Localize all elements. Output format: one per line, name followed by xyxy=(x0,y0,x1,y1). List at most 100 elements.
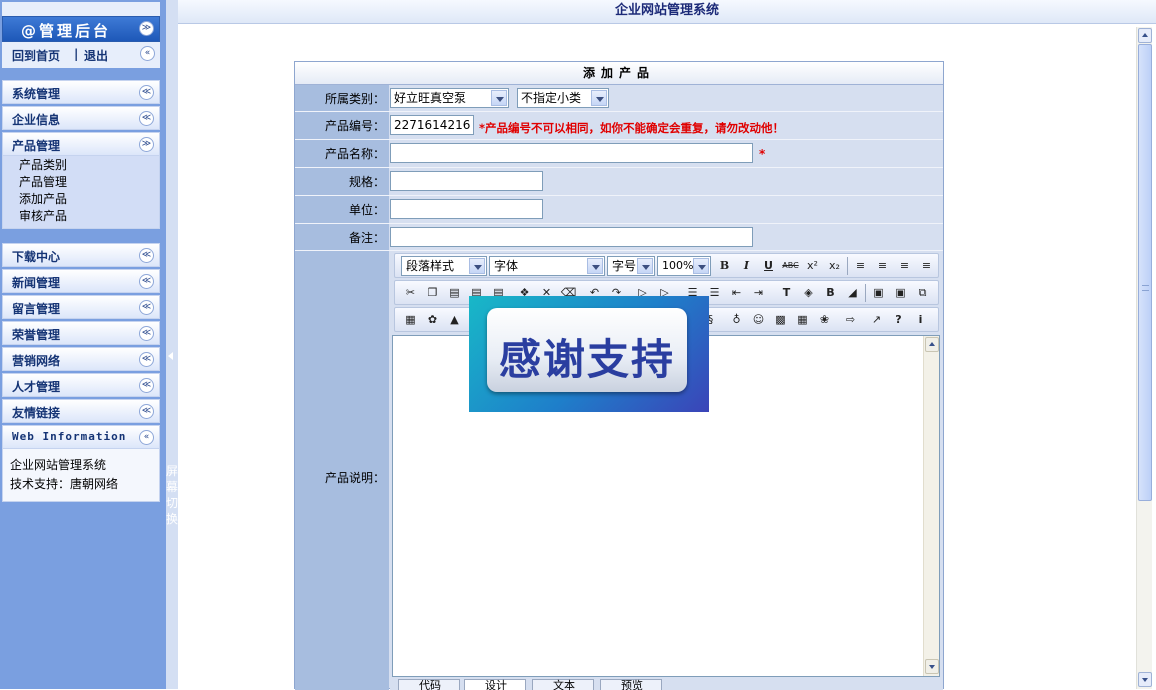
paste-icon[interactable]: ▤ xyxy=(445,284,464,302)
web-info-line: 企业网站管理系统 xyxy=(10,458,107,472)
about-icon[interactable]: i xyxy=(911,311,930,329)
spec-input[interactable] xyxy=(390,171,543,191)
collapse-icon[interactable]: ≫ xyxy=(139,137,154,152)
sidebar-section-news[interactable]: 新闻管理 ≪ xyxy=(2,269,160,293)
collapse-arrow-icon[interactable] xyxy=(168,352,173,360)
sidebar-item-add-product[interactable]: 添加产品 xyxy=(3,191,159,208)
page-scrollbar[interactable] xyxy=(1136,27,1152,689)
indent-icon[interactable]: ⇥ xyxy=(749,284,768,302)
sub-category-select[interactable]: 不指定小类 xyxy=(517,88,609,108)
unit-input[interactable] xyxy=(390,199,543,219)
expand-icon[interactable]: ≪ xyxy=(139,111,154,126)
highlight-icon[interactable]: ◈ xyxy=(799,284,818,302)
home-link[interactable]: 回到首页 xyxy=(12,47,60,64)
scroll-up-icon[interactable] xyxy=(1138,28,1152,43)
help-icon[interactable]: ? xyxy=(889,311,908,329)
sidebar-section-talent[interactable]: 人才管理 ≪ xyxy=(2,373,160,397)
dropdown-arrow-icon[interactable] xyxy=(693,258,709,274)
superscript-icon[interactable]: x² xyxy=(803,257,822,275)
background-color-icon[interactable]: B xyxy=(821,284,840,302)
insert-flash-icon[interactable]: ✿ xyxy=(423,311,442,329)
underline-icon[interactable]: U xyxy=(759,257,778,275)
export-icon[interactable]: ⇨ xyxy=(841,311,860,329)
layer-icon[interactable]: ▣ xyxy=(891,284,910,302)
expand-icon[interactable]: ≪ xyxy=(139,352,154,367)
table-icon[interactable]: ▣ xyxy=(869,284,888,302)
sidebar-section-marketing[interactable]: 营销网络 ≪ xyxy=(2,347,160,371)
main-category-value: 好立旺真空泵 xyxy=(394,91,467,105)
note-input[interactable] xyxy=(390,227,753,247)
clear-format-icon[interactable]: ◢ xyxy=(843,284,862,302)
editor-toolbar-format: 段落样式 字体 字号 100% B I U ABC x² x₂ ≡ ≡ ≡ ≡ xyxy=(394,253,939,278)
tab-preview[interactable]: 预览 xyxy=(600,679,662,690)
subscript-icon[interactable]: x₂ xyxy=(825,257,844,275)
strikethrough-icon[interactable]: ABC xyxy=(781,257,800,275)
sidebar-item-review-product[interactable]: 审核产品 xyxy=(3,208,159,225)
zoom-select[interactable]: 100% xyxy=(657,256,711,276)
expand-icon[interactable]: ≪ xyxy=(139,274,154,289)
dropdown-arrow-icon[interactable] xyxy=(637,258,653,274)
sidebar-item-label: 系统管理 xyxy=(12,87,61,101)
scroll-thumb[interactable] xyxy=(1138,44,1152,501)
insert-media-icon[interactable]: ▲ xyxy=(445,311,464,329)
expand-icon[interactable]: ≪ xyxy=(139,248,154,263)
dropdown-arrow-icon[interactable] xyxy=(591,90,607,106)
sidebar-item-product-category[interactable]: 产品类别 xyxy=(3,157,159,174)
required-marker: * xyxy=(759,147,766,161)
align-left-icon[interactable]: ≡ xyxy=(851,257,870,275)
bold-icon[interactable]: B xyxy=(715,257,734,275)
sidebar-item-product-manage[interactable]: 产品管理 xyxy=(3,174,159,191)
collapse-left-icon[interactable]: « xyxy=(140,46,155,61)
dropdown-arrow-icon[interactable] xyxy=(491,90,507,106)
font-select[interactable]: 字体 xyxy=(489,256,605,276)
product-code-input[interactable]: 2271614216 xyxy=(390,115,474,135)
scroll-down-icon[interactable] xyxy=(925,659,939,674)
emoticon-icon[interactable]: ☺ xyxy=(749,311,768,329)
tab-code[interactable]: 代码 xyxy=(398,679,460,690)
screen-toggle-label[interactable]: 屏幕切换 xyxy=(166,463,178,527)
expand-icon[interactable]: ≪ xyxy=(139,326,154,341)
align-right-icon[interactable]: ≡ xyxy=(895,257,914,275)
tab-text[interactable]: 文本 xyxy=(532,679,594,690)
sidebar-section-company[interactable]: 企业信息 ≪ xyxy=(2,106,160,130)
tab-design[interactable]: 设计 xyxy=(464,679,526,690)
sidebar-section-products[interactable]: 产品管理 ≫ 产品类别 产品管理 添加产品 审核产品 xyxy=(2,132,160,229)
main-category-select[interactable]: 好立旺真空泵 xyxy=(390,88,509,108)
text-color-icon[interactable]: T xyxy=(777,284,796,302)
sidebar-section-honors[interactable]: 荣誉管理 ≪ xyxy=(2,321,160,345)
sidebar-section-downloads[interactable]: 下载中心 ≪ xyxy=(2,243,160,267)
font-size-select[interactable]: 字号 xyxy=(607,256,655,276)
copy-icon[interactable]: ❐ xyxy=(423,284,442,302)
dropdown-arrow-icon[interactable] xyxy=(469,258,485,274)
italic-icon[interactable]: I xyxy=(737,257,756,275)
sidebar-section-links[interactable]: 友情链接 ≪ xyxy=(2,399,160,423)
scroll-down-icon[interactable] xyxy=(1138,672,1152,687)
editor-scrollbar[interactable] xyxy=(923,336,939,676)
expand-icon[interactable]: ≪ xyxy=(139,378,154,393)
sidebar-section-system[interactable]: 系统管理 ≪ xyxy=(2,80,160,104)
expand-icon[interactable]: ≪ xyxy=(139,300,154,315)
fullscreen-icon[interactable]: ↗ xyxy=(867,311,886,329)
insert-file-icon[interactable]: ▩ xyxy=(771,311,790,329)
insert-image-icon[interactable]: ▦ xyxy=(401,311,420,329)
scroll-up-icon[interactable] xyxy=(925,337,939,352)
dropdown-arrow-icon[interactable] xyxy=(587,258,603,274)
collapse-admin-icon[interactable]: ≫ xyxy=(139,21,154,36)
insert-time-icon[interactable]: ❀ xyxy=(815,311,834,329)
insert-symbol-icon[interactable]: ♁ xyxy=(727,311,746,329)
outdent-icon[interactable]: ⇤ xyxy=(727,284,746,302)
collapse-left-icon[interactable]: « xyxy=(139,430,154,445)
screen-toggle-splitter[interactable]: 屏幕切换 xyxy=(166,0,178,689)
cut-icon[interactable]: ✂ xyxy=(401,284,420,302)
product-name-input[interactable] xyxy=(390,143,753,163)
sidebar-section-messages[interactable]: 留言管理 ≪ xyxy=(2,295,160,319)
paragraph-style-select[interactable]: 段落样式 xyxy=(401,256,487,276)
align-center-icon[interactable]: ≡ xyxy=(873,257,892,275)
description-label: 产品说明： xyxy=(324,471,385,485)
insert-date-icon[interactable]: ▦ xyxy=(793,311,812,329)
frame-icon[interactable]: ⧉ xyxy=(913,284,932,302)
expand-icon[interactable]: ≪ xyxy=(139,404,154,419)
logout-link[interactable]: 退出 xyxy=(84,47,108,64)
expand-icon[interactable]: ≪ xyxy=(139,85,154,100)
justify-icon[interactable]: ≡ xyxy=(917,257,936,275)
